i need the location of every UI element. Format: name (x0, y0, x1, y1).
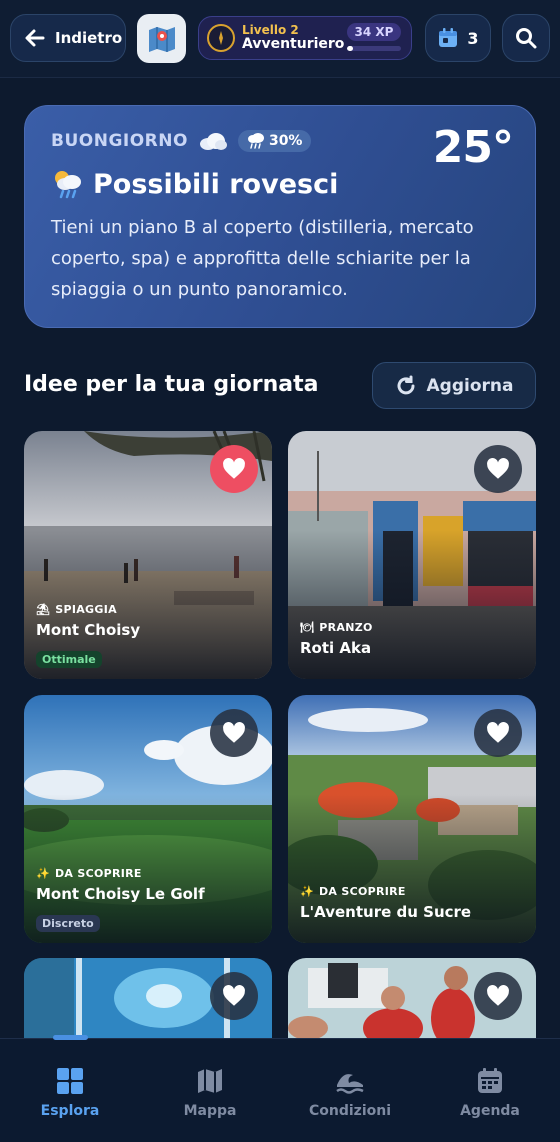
refresh-label: Aggiorna (426, 375, 514, 396)
idea-card[interactable] (24, 958, 272, 1040)
idea-card[interactable]: ⛱ SPIAGGIA Mont Choisy Ottimale (24, 431, 272, 679)
card-title: Mont Choisy (36, 621, 141, 639)
rain-chance-value: 30% (268, 133, 303, 149)
arrow-left-icon (25, 29, 45, 47)
xp-progress-bar (347, 46, 401, 51)
status-badge: Discreto (36, 915, 100, 932)
idea-card[interactable]: ✨ DA SCOPRIRE Mont Choisy Le Golf Discre… (24, 695, 272, 943)
plate-icon: 🍽 (300, 621, 315, 634)
card-title: Roti Aka (300, 639, 372, 657)
card-category: ✨ DA SCOPRIRE (36, 867, 142, 880)
search-icon (516, 28, 537, 49)
agenda-count: 3 (467, 28, 479, 48)
card-category: ✨ DA SCOPRIRE (300, 885, 406, 898)
xp-label: 34 XP (347, 23, 401, 41)
temperature: 25° (432, 122, 514, 173)
top-bar: Indietro Livello 2 Avventuriero 34 XP 3 (0, 0, 560, 78)
heart-icon (487, 722, 509, 743)
refresh-icon (397, 375, 415, 394)
heart-icon (487, 985, 509, 1006)
card-title: L'Aventure du Sucre (300, 903, 472, 921)
back-button[interactable]: Indietro (10, 14, 126, 62)
heart-icon (223, 722, 245, 743)
weather-title: Possibili rovesci (93, 168, 339, 200)
heart-icon (223, 985, 245, 1006)
nav-label: Esplora (40, 1103, 100, 1119)
card-category: ⛱ SPIAGGIA (36, 603, 117, 616)
heart-icon (223, 458, 245, 479)
refresh-button[interactable]: Aggiorna (372, 362, 536, 409)
sparkles-icon: ✨ (300, 885, 314, 898)
bottom-navigation: Esplora Mappa Condizioni Agenda (0, 1035, 560, 1142)
ideas-section-title: Idee per la tua giornata (24, 372, 319, 397)
idea-card[interactable]: ✨ DA SCOPRIRE L'Aventure du Sucre (288, 695, 536, 943)
sun-rain-icon (55, 171, 81, 199)
rain-cloud-icon (247, 133, 264, 149)
search-button[interactable] (502, 14, 550, 62)
favorite-button[interactable] (210, 709, 258, 757)
favorite-button[interactable] (474, 972, 522, 1020)
card-title: Mont Choisy Le Golf (36, 885, 205, 903)
nav-tab-mappa[interactable]: Mappa (150, 1065, 270, 1119)
active-tab-indicator (53, 1035, 88, 1040)
nav-label: Mappa (183, 1103, 237, 1119)
rain-chance-badge: 30% (237, 130, 312, 152)
weather-description: Tieni un piano B al coperto (distilleria… (51, 217, 474, 300)
status-badge: Ottimale (36, 651, 102, 668)
beach-umbrella-icon: ⛱ (36, 603, 51, 616)
nav-label: Agenda (460, 1103, 520, 1119)
nav-tab-esplora[interactable]: Esplora (10, 1065, 130, 1119)
nav-tab-agenda[interactable]: Agenda (430, 1065, 550, 1119)
xp-progress-fill (347, 46, 354, 51)
level-title: Avventuriero (242, 35, 345, 52)
heart-icon (487, 458, 509, 479)
card-category: 🍽 PRANZO (300, 621, 373, 634)
wave-icon (336, 1074, 364, 1094)
level-badge[interactable]: Livello 2 Avventuriero 34 XP (198, 16, 412, 60)
nav-tab-condizioni[interactable]: Condizioni (290, 1065, 410, 1119)
favorite-button[interactable] (474, 709, 522, 757)
back-label: Indietro (55, 29, 123, 47)
map-icon (198, 1069, 222, 1093)
calendar-icon (439, 28, 458, 47)
favorite-button[interactable] (210, 972, 258, 1020)
level-number: Livello 2 (242, 22, 299, 37)
app-logo-map-icon[interactable] (137, 14, 186, 63)
calendar-icon (478, 1068, 502, 1093)
agenda-button[interactable]: 3 (425, 14, 491, 62)
weather-card: BUONGIORNO 30% 25° Possibili rovesci Tie… (24, 105, 536, 328)
grid-icon (57, 1068, 83, 1094)
favorite-button[interactable] (210, 445, 258, 493)
nav-label: Condizioni (308, 1103, 391, 1119)
sparkles-icon: ✨ (36, 867, 50, 880)
idea-card[interactable]: 🍽 PRANZO Roti Aka (288, 431, 536, 679)
cloud-icon (199, 133, 227, 150)
greeting: BUONGIORNO (51, 131, 188, 151)
compass-icon (207, 24, 235, 52)
favorite-button[interactable] (474, 445, 522, 493)
idea-card[interactable] (288, 958, 536, 1040)
